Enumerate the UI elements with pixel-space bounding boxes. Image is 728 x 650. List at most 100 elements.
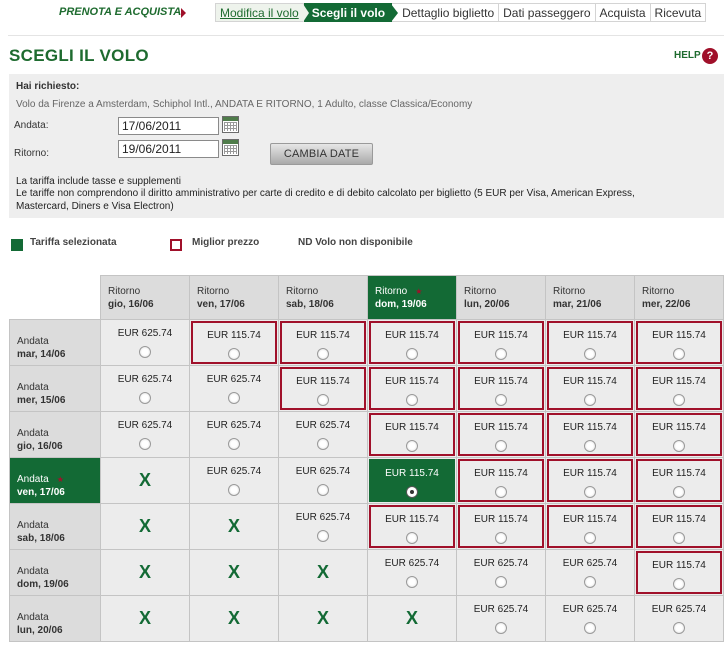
fare-cell[interactable]: EUR 115.74	[634, 549, 724, 596]
fare-cell[interactable]: EUR 115.74	[545, 365, 635, 412]
fare-cell[interactable]: EUR 625.74	[278, 503, 368, 550]
fare-radio[interactable]	[584, 440, 596, 452]
ritorno-date-input[interactable]	[118, 140, 219, 158]
fare-radio[interactable]	[495, 622, 507, 634]
fare-radio[interactable]	[673, 440, 685, 452]
fare-cell[interactable]: EUR 115.74	[456, 365, 546, 412]
fare-radio[interactable]	[228, 484, 240, 496]
fare-radio[interactable]	[584, 576, 596, 588]
fare-radio[interactable]	[228, 348, 240, 360]
fare-cell[interactable]: EUR 115.74	[634, 411, 724, 458]
fare-radio[interactable]	[495, 486, 507, 498]
fare-radio[interactable]	[317, 394, 329, 406]
fare-radio[interactable]	[406, 486, 418, 498]
fare-cell[interactable]: EUR 115.74	[367, 319, 457, 366]
step-modifica-volo[interactable]: Modifica il volo	[215, 3, 304, 22]
fare-radio[interactable]	[584, 348, 596, 360]
fare-cell[interactable]: EUR 115.74	[456, 319, 546, 366]
fare-radio[interactable]	[406, 348, 418, 360]
ritorno-column-header[interactable]: Ritorno ven, 17/06	[189, 275, 279, 320]
fare-cell[interactable]: EUR 625.74	[189, 365, 279, 412]
fare-radio[interactable]	[317, 438, 329, 450]
ritorno-column-header[interactable]: Ritorno sab, 18/06	[278, 275, 368, 320]
andata-row-header[interactable]: Andata mer, 15/06	[9, 365, 101, 412]
andata-row-header[interactable]: Andata sab, 18/06	[9, 503, 101, 550]
fare-cell[interactable]: EUR 115.74	[545, 319, 635, 366]
fare-radio[interactable]	[139, 438, 151, 450]
calendar-icon[interactable]	[222, 116, 239, 133]
fare-cell[interactable]: EUR 625.74	[189, 457, 279, 504]
fare-cell[interactable]: EUR 115.74	[545, 457, 635, 504]
fare-radio[interactable]	[673, 622, 685, 634]
fare-radio[interactable]	[406, 440, 418, 452]
cambia-date-button[interactable]: CAMBIA DATE	[270, 143, 373, 165]
fare-radio[interactable]	[584, 486, 596, 498]
fare-cell[interactable]: EUR 115.74	[367, 457, 457, 504]
andata-row-header[interactable]: Andata lun, 20/06	[9, 595, 101, 642]
fare-cell[interactable]: EUR 115.74	[634, 457, 724, 504]
fare-cell[interactable]: EUR 115.74	[456, 411, 546, 458]
fare-cell[interactable]: EUR 115.74	[545, 503, 635, 550]
fare-radio[interactable]	[406, 532, 418, 544]
ritorno-column-header[interactable]: Ritorno mer, 22/06	[634, 275, 724, 320]
andata-row-header[interactable]: Andata gio, 16/06	[9, 411, 101, 458]
calendar-icon[interactable]	[222, 139, 239, 156]
ritorno-column-header[interactable]: Ritorno ★ dom, 19/06	[367, 275, 457, 320]
fare-radio[interactable]	[673, 532, 685, 544]
fare-radio[interactable]	[673, 486, 685, 498]
fare-cell[interactable]: EUR 115.74	[456, 503, 546, 550]
fare-cell[interactable]: EUR 625.74	[545, 595, 635, 642]
fare-radio[interactable]	[495, 576, 507, 588]
fare-cell[interactable]: EUR 115.74	[189, 319, 279, 366]
fare-radio[interactable]	[495, 440, 507, 452]
fare-radio[interactable]	[673, 578, 685, 590]
fare-cell[interactable]: EUR 625.74	[456, 549, 546, 596]
fare-radio[interactable]	[584, 394, 596, 406]
fare-radio[interactable]	[495, 532, 507, 544]
fare-radio[interactable]	[584, 622, 596, 634]
andata-row-header[interactable]: Andata dom, 19/06	[9, 549, 101, 596]
fare-cell[interactable]: EUR 115.74	[367, 503, 457, 550]
fare-cell[interactable]: EUR 625.74	[100, 411, 190, 458]
fare-cell[interactable]: EUR 625.74	[100, 365, 190, 412]
ritorno-column-header[interactable]: Ritorno mar, 21/06	[545, 275, 635, 320]
fare-cell[interactable]: EUR 115.74	[367, 411, 457, 458]
fare-radio[interactable]	[317, 530, 329, 542]
fare-cell[interactable]: EUR 115.74	[634, 319, 724, 366]
fare-radio[interactable]	[139, 346, 151, 358]
help-link[interactable]: HELP	[674, 50, 701, 61]
fare-cell[interactable]: EUR 115.74	[634, 503, 724, 550]
fare-radio[interactable]	[673, 394, 685, 406]
fare-cell[interactable]: EUR 115.74	[367, 365, 457, 412]
fare-cell[interactable]: EUR 115.74	[278, 365, 368, 412]
fare-radio[interactable]	[317, 348, 329, 360]
andata-row-header[interactable]: Andata ★ ven, 17/06	[9, 457, 101, 504]
fare-cell[interactable]: EUR 115.74	[634, 365, 724, 412]
fare-cell[interactable]: EUR 625.74	[367, 549, 457, 596]
fare-cell[interactable]: EUR 625.74	[545, 549, 635, 596]
ritorno-column-header[interactable]: Ritorno gio, 16/06	[100, 275, 190, 320]
fare-cell[interactable]: EUR 625.74	[189, 411, 279, 458]
fare-cell[interactable]: EUR 115.74	[456, 457, 546, 504]
help-icon[interactable]: ?	[702, 48, 718, 64]
fare-radio[interactable]	[673, 348, 685, 360]
fare-radio[interactable]	[584, 532, 596, 544]
fare-radio[interactable]	[406, 576, 418, 588]
fare-radio[interactable]	[317, 484, 329, 496]
fare-radio[interactable]	[228, 438, 240, 450]
fare-radio[interactable]	[495, 394, 507, 406]
ritorno-column-header[interactable]: Ritorno lun, 20/06	[456, 275, 546, 320]
andata-row-header[interactable]: Andata mar, 14/06	[9, 319, 101, 366]
fare-cell[interactable]: EUR 625.74	[278, 457, 368, 504]
fare-cell[interactable]: EUR 625.74	[634, 595, 724, 642]
fare-radio[interactable]	[228, 392, 240, 404]
andata-date-input[interactable]	[118, 117, 219, 135]
fare-cell[interactable]: EUR 625.74	[278, 411, 368, 458]
fare-radio[interactable]	[495, 348, 507, 360]
fare-radio[interactable]	[406, 394, 418, 406]
fare-cell[interactable]: EUR 115.74	[278, 319, 368, 366]
fare-cell[interactable]: EUR 115.74	[545, 411, 635, 458]
fare-cell[interactable]: EUR 625.74	[100, 319, 190, 366]
fare-radio[interactable]	[139, 392, 151, 404]
fare-cell[interactable]: EUR 625.74	[456, 595, 546, 642]
